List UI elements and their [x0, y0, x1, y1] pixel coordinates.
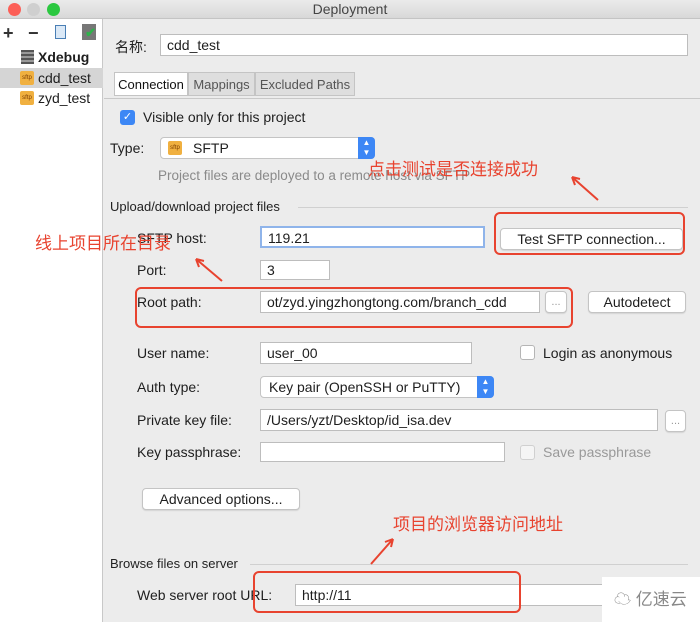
arrow-icon [571, 176, 599, 201]
cloud-icon: ☁ [614, 590, 631, 609]
watermark-text: 亿速云 [635, 590, 687, 609]
arrow-icon [370, 538, 394, 565]
annotation-arrows [195, 176, 599, 565]
arrow-icon [195, 258, 223, 282]
watermark-logo: ☁ 亿速云 [602, 577, 700, 622]
